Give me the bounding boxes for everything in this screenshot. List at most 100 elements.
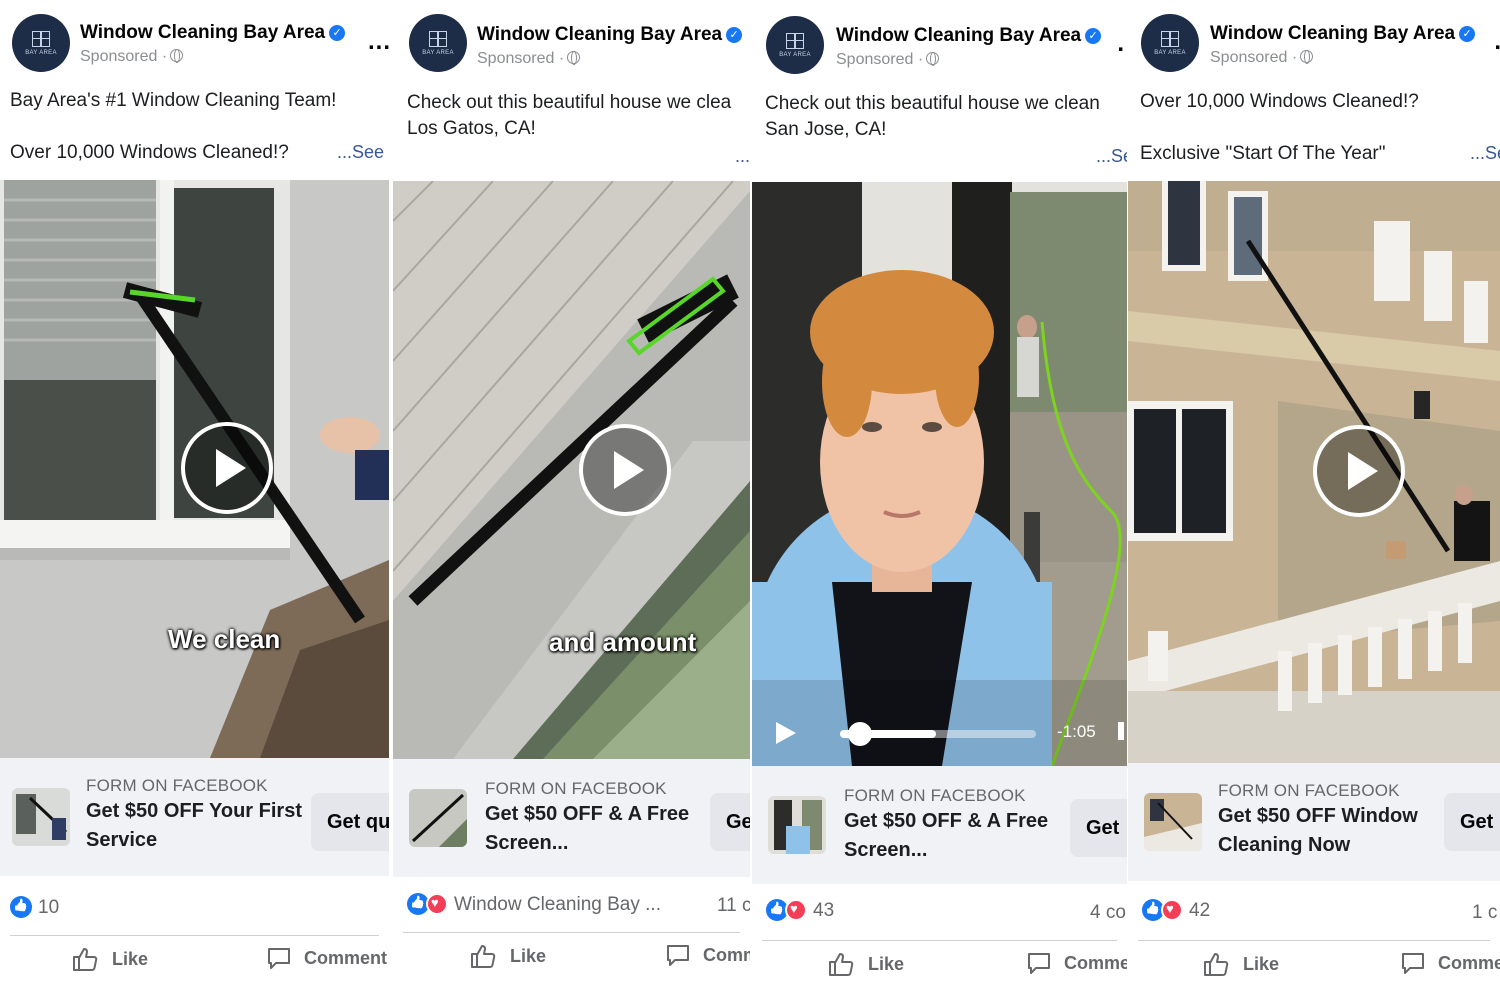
play-icon[interactable] bbox=[1313, 425, 1405, 517]
offer-thumbnail bbox=[409, 789, 467, 847]
comment-icon bbox=[1402, 953, 1424, 974]
volume-icon[interactable] bbox=[1118, 722, 1124, 740]
see-more-link[interactable]: ...See bbox=[337, 142, 384, 163]
caption-line-2: Exclusive "Start Of The Year" bbox=[1140, 143, 1386, 164]
get-quote-button[interactable]: Get bbox=[1070, 799, 1127, 857]
page-name: Window Cleaning Bay Area bbox=[477, 24, 723, 45]
page-name: Window Cleaning Bay Area bbox=[836, 25, 1082, 46]
reactions-summary[interactable]: 42 bbox=[1142, 899, 1500, 929]
offer-thumbnail bbox=[12, 788, 70, 846]
reactions-summary[interactable]: Window Cleaning Bay ... bbox=[407, 893, 750, 923]
page-avatar[interactable]: BAY AREA bbox=[766, 16, 824, 74]
sponsored-text: Sponsored · bbox=[80, 48, 168, 65]
love-reaction-icon bbox=[1161, 899, 1183, 921]
like-button[interactable]: Like bbox=[828, 951, 904, 977]
thumbs-up-icon bbox=[1204, 953, 1229, 976]
see-more-link[interactable]: ... bbox=[735, 146, 750, 167]
post-header: BAY AREA Window Cleaning Bay Area ✓ Spons… bbox=[1128, 0, 1500, 86]
page-name-link[interactable]: Window Cleaning Bay Area ✓ bbox=[80, 22, 346, 44]
play-control-icon[interactable] bbox=[776, 722, 796, 744]
comments-count[interactable]: 1 c bbox=[1472, 902, 1497, 924]
like-button[interactable]: Like bbox=[72, 946, 148, 972]
love-reaction-icon bbox=[426, 893, 448, 915]
comment-button[interactable]: Comm bbox=[665, 943, 750, 967]
offer-title: Get $50 OFF & A Free Screen... bbox=[844, 810, 1049, 861]
logo-icon bbox=[1161, 30, 1179, 47]
see-more-link[interactable]: ...Se bbox=[1096, 146, 1127, 167]
caption-line-1: Check out this beautiful house we clea bbox=[407, 92, 732, 113]
page-avatar[interactable]: BAY AREA bbox=[1141, 14, 1199, 72]
post-header: BAY AREA Window Cleaning Bay Area ✓ Spons… bbox=[752, 0, 1127, 86]
sponsored-label: Sponsored · bbox=[1210, 49, 1314, 67]
video-player[interactable] bbox=[1128, 181, 1500, 763]
comment-label: Comme bbox=[1064, 952, 1127, 973]
comment-icon bbox=[667, 945, 689, 966]
divider bbox=[1138, 940, 1490, 941]
comments-count[interactable]: 4 co bbox=[1090, 902, 1126, 924]
divider bbox=[762, 940, 1117, 941]
post-header: BAY AREA Window Cleaning Bay Area ✓ Spons… bbox=[393, 0, 750, 86]
form-label: FORM ON FACEBOOK bbox=[844, 786, 1026, 805]
sponsored-label: Sponsored · bbox=[80, 48, 184, 66]
caption-line-1: Over 10,000 Windows Cleaned!? bbox=[1140, 91, 1419, 112]
more-icon[interactable]: . bbox=[1117, 30, 1125, 58]
like-label: Like bbox=[868, 953, 905, 974]
globe-icon bbox=[926, 52, 940, 66]
get-quote-button[interactable]: Ge bbox=[710, 793, 750, 851]
reaction-count: 43 bbox=[813, 900, 835, 921]
more-icon[interactable]: ... bbox=[368, 28, 389, 56]
lead-form-cta[interactable]: FORM ON FACEBOOK Get $50 OFF & A Free Sc… bbox=[752, 766, 1127, 884]
caption-line-1: Bay Area's #1 Window Cleaning Team! bbox=[10, 90, 337, 111]
avatar-text: BAY AREA bbox=[779, 51, 811, 58]
reactions-summary[interactable]: 10 bbox=[10, 896, 389, 926]
lead-form-cta[interactable]: FORM ON FACEBOOK Get $50 OFF & A Free Sc… bbox=[393, 759, 750, 877]
sponsored-text: Sponsored · bbox=[477, 50, 565, 67]
comment-label: Comme bbox=[1438, 952, 1500, 973]
video-caption-overlay: We clean bbox=[168, 624, 281, 654]
get-quote-button[interactable]: Get bbox=[1444, 793, 1500, 851]
avatar-text: BAY AREA bbox=[422, 49, 454, 56]
logo-icon bbox=[786, 32, 804, 49]
video-scrubber-handle[interactable] bbox=[848, 722, 872, 746]
play-icon[interactable] bbox=[579, 424, 671, 516]
video-player[interactable]: -1:05 bbox=[752, 182, 1127, 766]
video-caption-overlay: and amount bbox=[549, 627, 697, 657]
verified-badge-icon: ✓ bbox=[726, 27, 743, 43]
form-label: FORM ON FACEBOOK bbox=[86, 776, 268, 795]
like-button[interactable]: Like bbox=[1203, 951, 1279, 977]
offer-thumbnail bbox=[768, 796, 826, 854]
comment-button[interactable]: Comme bbox=[1026, 951, 1127, 975]
more-icon[interactable]: . bbox=[1494, 28, 1500, 56]
caption-line-2: Los Gatos, CA! bbox=[407, 118, 536, 139]
caption-line-2: Over 10,000 Windows Cleaned!? bbox=[10, 142, 289, 163]
play-icon[interactable] bbox=[181, 422, 273, 514]
video-player[interactable]: We clean bbox=[0, 180, 389, 758]
page-avatar[interactable]: BAY AREA bbox=[409, 14, 467, 72]
get-quote-button[interactable]: Get qu bbox=[311, 793, 389, 851]
lead-form-cta[interactable]: FORM ON FACEBOOK Get $50 OFF Window Clea… bbox=[1128, 763, 1500, 881]
divider bbox=[10, 935, 379, 936]
lead-form-cta[interactable]: FORM ON FACEBOOK Get $50 OFF Your First … bbox=[0, 758, 389, 876]
video-frame bbox=[752, 182, 1127, 766]
page-avatar[interactable]: BAY AREA bbox=[12, 14, 70, 72]
video-frame bbox=[393, 181, 750, 759]
reactions-summary[interactable]: 43 bbox=[766, 899, 1127, 929]
comments-count[interactable]: 11 c bbox=[717, 895, 750, 917]
verified-badge-icon: ✓ bbox=[1459, 26, 1476, 42]
page-name-link[interactable]: Window Cleaning Bay Area ✓ bbox=[836, 25, 1102, 47]
see-more-link[interactable]: ...Se bbox=[1470, 143, 1500, 164]
reaction-text: Window Cleaning Bay ... bbox=[454, 894, 661, 915]
offer-title: Get $50 OFF & A Free Screen... bbox=[485, 803, 690, 854]
globe-icon bbox=[1300, 50, 1314, 64]
page-name: Window Cleaning Bay Area bbox=[80, 22, 326, 43]
comment-button[interactable]: Comme bbox=[1400, 951, 1500, 975]
comment-button[interactable]: Comment bbox=[266, 946, 387, 970]
form-label: FORM ON FACEBOOK bbox=[485, 779, 667, 798]
comment-icon bbox=[268, 948, 290, 969]
like-button[interactable]: Like bbox=[470, 943, 546, 969]
page-name-link[interactable]: Window Cleaning Bay Area ✓ bbox=[1210, 23, 1476, 45]
reaction-count: 10 bbox=[38, 897, 60, 918]
page-name-link[interactable]: Window Cleaning Bay Area ✓ bbox=[477, 24, 743, 46]
reaction-count: 42 bbox=[1189, 900, 1211, 921]
video-player[interactable]: and amount bbox=[393, 181, 750, 759]
